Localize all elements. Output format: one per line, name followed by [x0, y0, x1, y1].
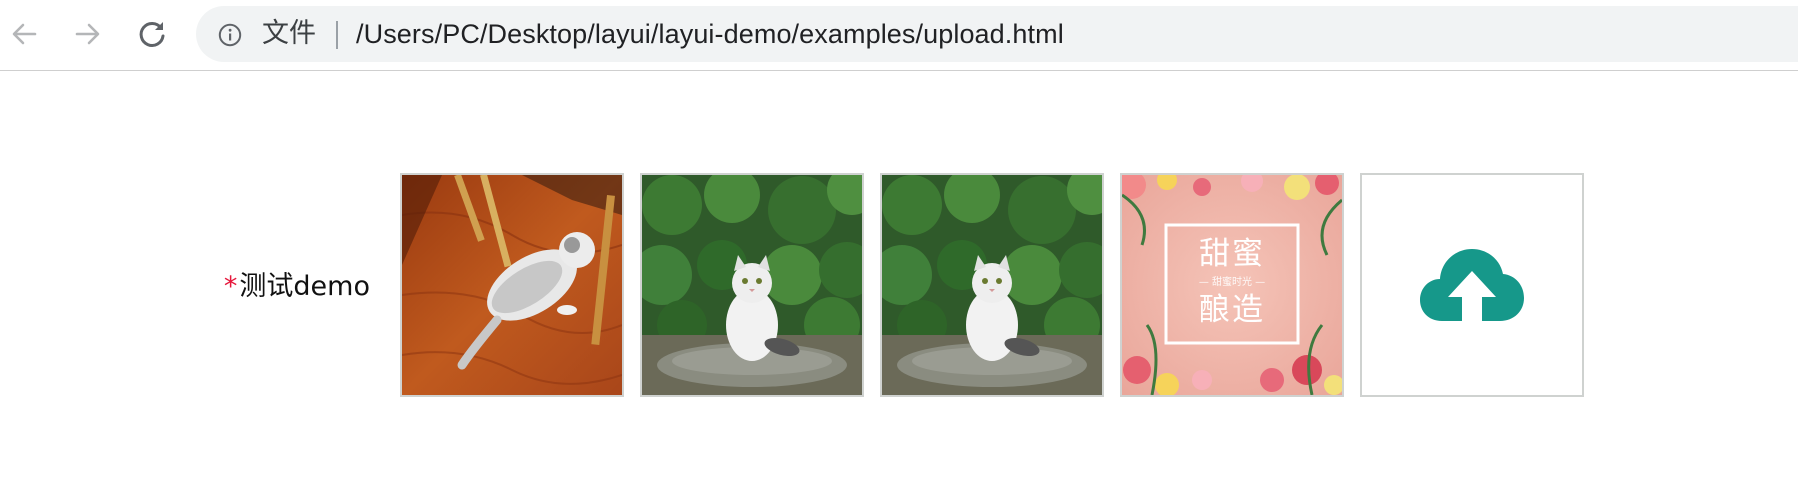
back-button[interactable]: [4, 14, 44, 54]
poster-title-line2: 酿造: [1199, 292, 1265, 328]
poster-title-line1: 甜蜜: [1199, 236, 1265, 272]
uploaded-image-1[interactable]: [400, 173, 624, 397]
field-label-text: 测试demo: [239, 271, 370, 302]
browser-toolbar: 文件 /Users/PC/Desktop/layui/layui-demo/ex…: [0, 0, 1798, 71]
arrow-right-icon: [75, 23, 100, 45]
poster-subtitle: — 甜蜜时光 —: [1198, 277, 1266, 288]
form-item-upload: *测试demo 甜蜜 — 甜蜜时光 — 酿造: [0, 173, 1798, 397]
reload-button[interactable]: [132, 14, 172, 54]
address-bar[interactable]: 文件 /Users/PC/Desktop/layui/layui-demo/ex…: [196, 6, 1798, 62]
uploaded-image-2[interactable]: [640, 173, 864, 397]
reload-icon: [139, 21, 165, 47]
forward-button[interactable]: [68, 14, 108, 54]
uploaded-image-3[interactable]: [880, 173, 1104, 397]
cloud-upload-icon: [1420, 249, 1524, 321]
upload-button[interactable]: [1360, 173, 1584, 397]
cat-sitting-photo: [642, 175, 862, 395]
required-mark: *: [223, 271, 238, 302]
url-text[interactable]: /Users/PC/Desktop/layui/layui-demo/examp…: [356, 19, 1064, 49]
chip-divider: [336, 21, 338, 49]
cat-lying-photo: [402, 175, 622, 395]
uploaded-image-4[interactable]: 甜蜜 — 甜蜜时光 — 酿造: [1120, 173, 1344, 397]
field-label: *测试demo: [220, 271, 370, 303]
arrow-left-icon: [12, 23, 37, 45]
site-info-chip[interactable]: 文件: [262, 19, 316, 49]
info-icon[interactable]: [218, 23, 242, 47]
cat-sitting-photo: [882, 175, 1102, 395]
